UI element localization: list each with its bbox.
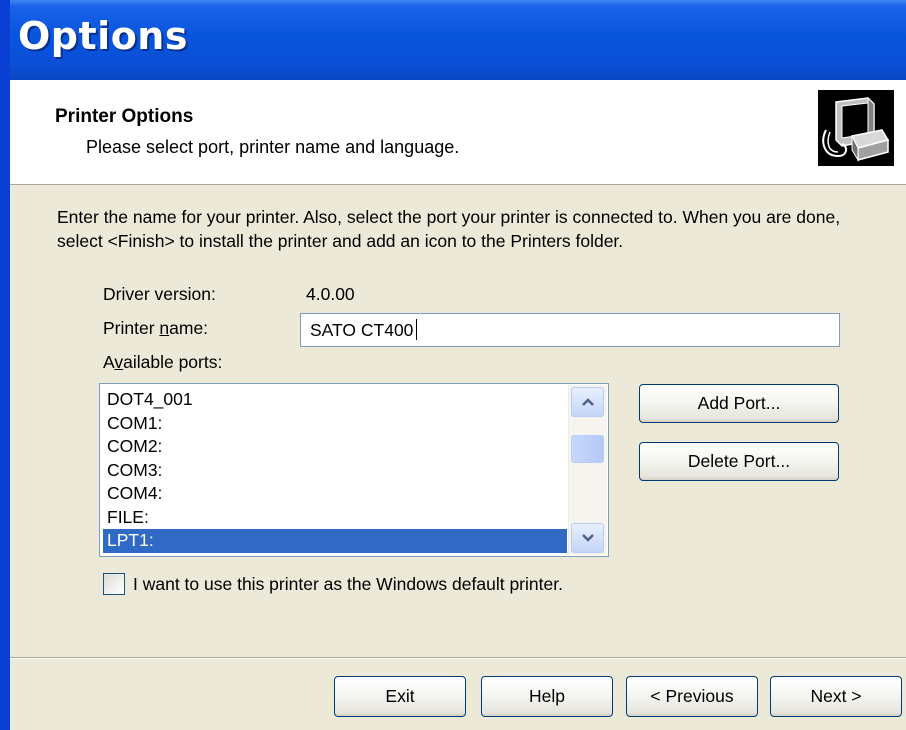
printer-setup-icon: [818, 90, 894, 166]
title-bar[interactable]: Options: [0, 0, 906, 80]
port-item[interactable]: COM3:: [103, 459, 567, 483]
default-printer-checkbox[interactable]: [103, 573, 125, 595]
available-ports-label: Available ports:: [103, 352, 223, 372]
port-item-selected[interactable]: LPT1:: [103, 529, 567, 553]
text-caret: [416, 319, 418, 340]
driver-version-value: 4.0.00: [306, 284, 355, 304]
next-button[interactable]: Next >: [770, 676, 902, 717]
ports-list: DOT4_001 COM1: COM2: COM3: COM4: FILE: L…: [103, 388, 567, 553]
driver-version-label: Driver version:: [103, 284, 216, 304]
port-item[interactable]: FILE:: [103, 506, 567, 530]
footer-separator: [10, 657, 906, 659]
port-item[interactable]: DOT4_001: [103, 388, 567, 412]
exit-button[interactable]: Exit: [334, 676, 466, 717]
chevron-up-icon: [581, 398, 594, 406]
wizard-header: Printer Options Please select port, prin…: [10, 80, 906, 185]
options-dialog: Options Printer Options Please select po…: [0, 0, 906, 730]
header-title: Printer Options: [55, 106, 194, 127]
default-printer-label: I want to use this printer as the Window…: [133, 574, 563, 594]
intro-text: Enter the name for your printer. Also, s…: [57, 207, 841, 251]
printer-name-input[interactable]: SATO CT400: [300, 313, 840, 347]
port-item[interactable]: COM4:: [103, 482, 567, 506]
chevron-down-icon: [581, 534, 594, 542]
port-item[interactable]: COM2:: [103, 435, 567, 459]
scroll-up-button[interactable]: [571, 387, 604, 417]
scroll-thumb[interactable]: [571, 435, 604, 463]
add-port-button[interactable]: Add Port...: [639, 384, 839, 423]
window-title: Options: [18, 14, 188, 58]
delete-port-button[interactable]: Delete Port...: [639, 442, 839, 481]
printer-name-label: Printer name:: [103, 318, 209, 338]
help-button[interactable]: Help: [481, 676, 613, 717]
ports-listbox[interactable]: DOT4_001 COM1: COM2: COM3: COM4: FILE: L…: [99, 383, 609, 557]
scroll-down-button[interactable]: [571, 523, 604, 553]
previous-button[interactable]: < Previous: [626, 676, 758, 717]
port-item[interactable]: COM1:: [103, 412, 567, 436]
header-subtitle: Please select port, printer name and lan…: [86, 137, 460, 157]
window-left-border: [0, 0, 10, 730]
ports-scrollbar[interactable]: [568, 385, 607, 555]
